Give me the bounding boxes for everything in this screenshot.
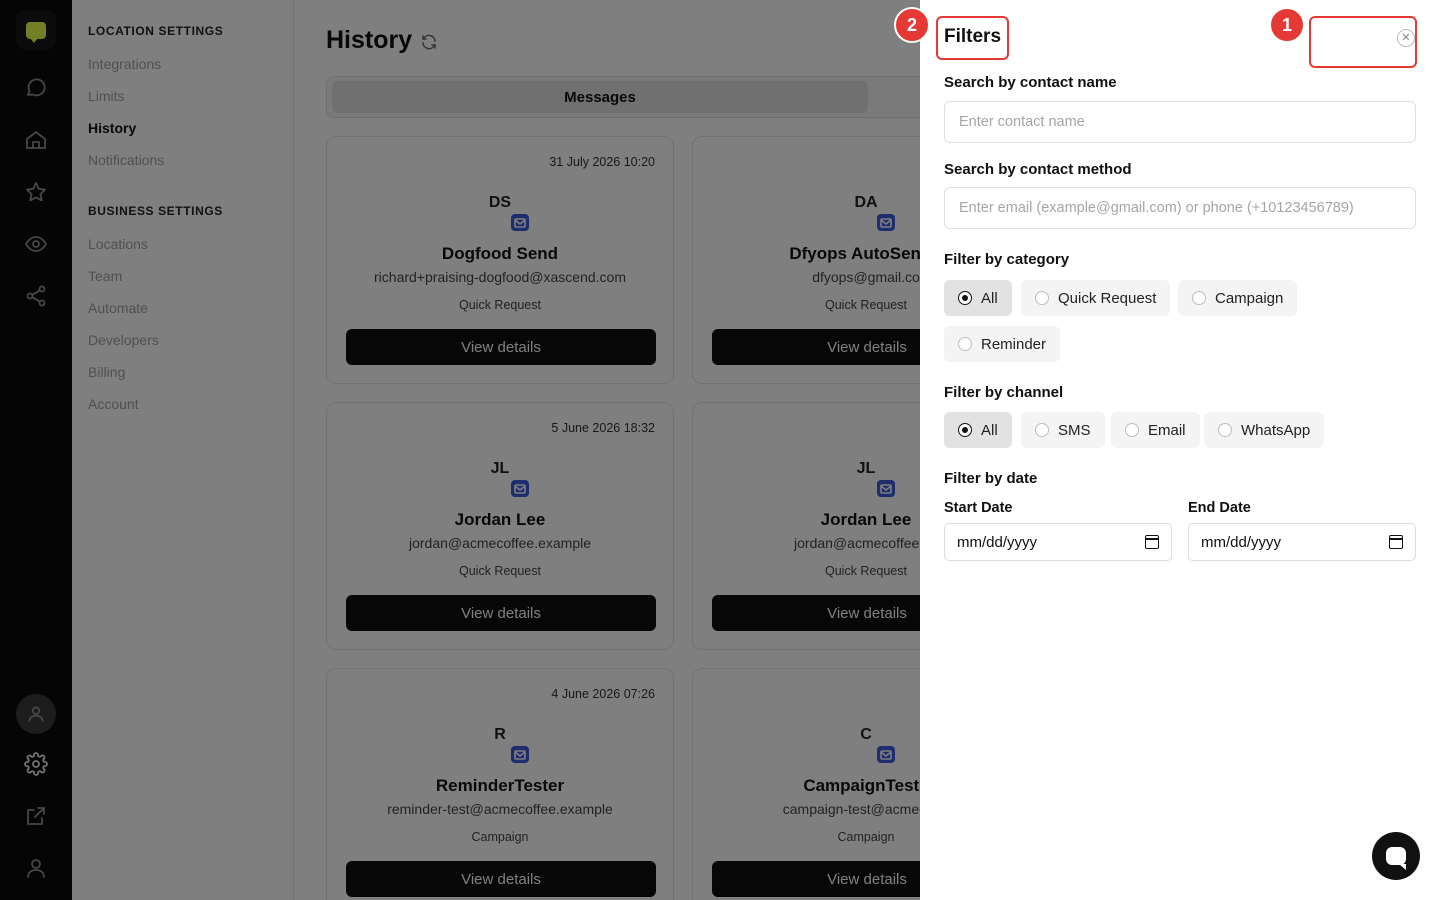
chat-bubble-icon bbox=[1386, 847, 1406, 870]
option-label: Quick Request bbox=[1058, 289, 1157, 307]
radio-icon bbox=[958, 337, 972, 351]
filters-panel: Filters ✕ Search by contact name Search … bbox=[920, 0, 1440, 900]
end-date-label: End Date bbox=[1188, 500, 1251, 516]
radio-icon bbox=[1035, 423, 1049, 437]
option-label: Reminder bbox=[981, 335, 1047, 353]
channel-option-email[interactable]: Email bbox=[1111, 412, 1200, 448]
channel-option-sms[interactable]: SMS bbox=[1021, 412, 1105, 448]
radio-selected-icon bbox=[958, 291, 972, 305]
highlight-box-close bbox=[1309, 16, 1417, 68]
category-option-reminder[interactable]: Reminder bbox=[944, 326, 1061, 362]
highlight-box-filters-title bbox=[936, 16, 1009, 60]
end-date-input[interactable]: mm/dd/yyyy bbox=[1188, 523, 1416, 561]
calendar-icon[interactable] bbox=[1389, 535, 1403, 549]
channel-option-whatsapp[interactable]: WhatsApp bbox=[1204, 412, 1325, 448]
annotation-badge-1: 1 bbox=[1269, 7, 1305, 43]
end-date-value: mm/dd/yyyy bbox=[1201, 533, 1282, 551]
contact-method-input[interactable] bbox=[944, 187, 1416, 229]
channel-option-all[interactable]: All bbox=[944, 412, 1012, 448]
annotation-badge-2: 2 bbox=[894, 7, 930, 43]
category-option-quick-request[interactable]: Quick Request bbox=[1021, 280, 1171, 316]
category-option-all[interactable]: All bbox=[944, 280, 1012, 316]
start-date-value: mm/dd/yyyy bbox=[957, 533, 1038, 551]
contact-name-input[interactable] bbox=[944, 101, 1416, 143]
contact-method-label: Search by contact method bbox=[944, 161, 1132, 178]
radio-selected-icon bbox=[958, 423, 972, 437]
option-label: SMS bbox=[1058, 421, 1091, 439]
radio-icon bbox=[1218, 423, 1232, 437]
radio-icon bbox=[1192, 291, 1206, 305]
option-label: WhatsApp bbox=[1241, 421, 1311, 439]
support-chat-button[interactable] bbox=[1372, 832, 1420, 880]
contact-name-label: Search by contact name bbox=[944, 74, 1117, 91]
date-filter-label: Filter by date bbox=[944, 470, 1038, 487]
radio-icon bbox=[1125, 423, 1139, 437]
radio-icon bbox=[1035, 291, 1049, 305]
option-label: All bbox=[981, 421, 998, 439]
option-label: Email bbox=[1148, 421, 1186, 439]
modal-backdrop[interactable] bbox=[0, 0, 920, 900]
calendar-icon[interactable] bbox=[1145, 535, 1159, 549]
start-date-label: Start Date bbox=[944, 500, 1013, 516]
channel-filter-label: Filter by channel bbox=[944, 384, 1064, 401]
category-option-campaign[interactable]: Campaign bbox=[1178, 280, 1298, 316]
option-label: Campaign bbox=[1215, 289, 1284, 307]
option-label: All bbox=[981, 289, 998, 307]
start-date-input[interactable]: mm/dd/yyyy bbox=[944, 523, 1172, 561]
category-filter-label: Filter by category bbox=[944, 251, 1070, 268]
